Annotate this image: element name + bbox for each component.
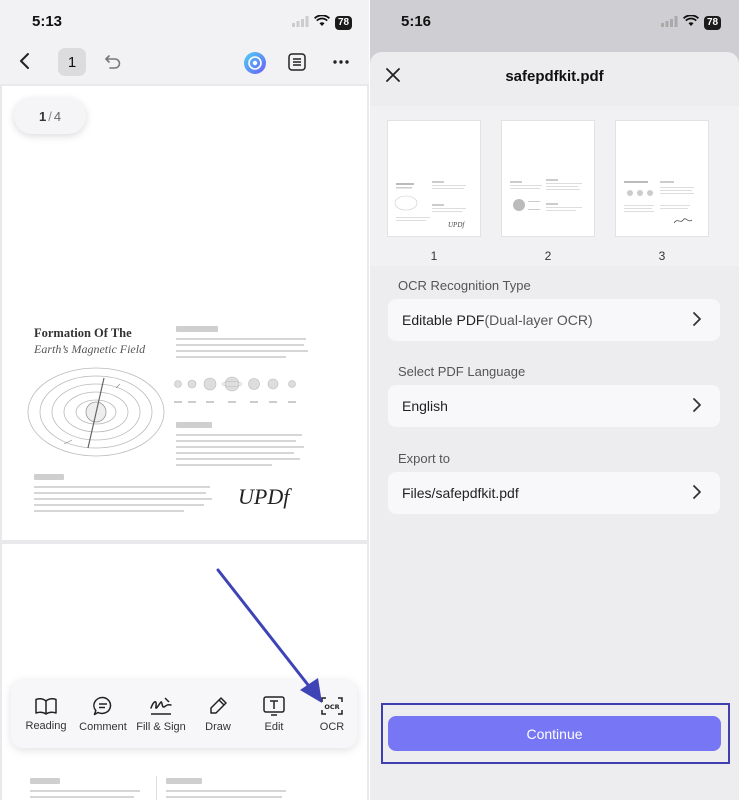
status-indicators: 78: [661, 14, 722, 32]
battery-indicator: 78: [704, 16, 722, 30]
ocr-type-detail: (Dual-layer OCR): [484, 312, 593, 328]
annotation-arrow: [216, 568, 322, 703]
left-screen: 5:13 78 1 1 / 4 Formation Of The Earth’s…: [0, 0, 369, 800]
page-thumbnail[interactable]: UPDf: [387, 120, 481, 237]
chevron-right-icon: [693, 312, 701, 326]
export-value: Files/safepdfkit.pdf: [402, 485, 519, 501]
export-label: Export to: [398, 451, 451, 466]
thumbnail-page-number: 1: [430, 249, 438, 263]
sheet-title: safepdfkit.pdf: [505, 68, 604, 85]
wifi-icon: [682, 14, 700, 32]
thumbnail-page-number: 3: [658, 249, 666, 263]
chevron-right-icon: [693, 485, 701, 499]
thumbnail-page-number: 2: [544, 249, 552, 263]
continue-button[interactable]: Continue: [388, 716, 721, 751]
thumbnail-preview: [624, 181, 694, 224]
status-time: 5:16: [401, 13, 432, 30]
signal-icon: [661, 14, 678, 32]
svg-text:UPDf: UPDf: [448, 221, 465, 229]
ocr-type-label: OCR Recognition Type: [398, 278, 531, 293]
chevron-right-icon: [693, 398, 701, 412]
ocr-type-selector[interactable]: Editable PDF (Dual-layer OCR): [388, 299, 720, 341]
thumbnail-preview: [510, 179, 582, 211]
language-label: Select PDF Language: [398, 364, 526, 379]
page-thumbnail[interactable]: [501, 120, 595, 237]
export-location-selector[interactable]: Files/safepdfkit.pdf: [388, 472, 720, 514]
thumbnail-preview: UPDf: [394, 181, 466, 229]
right-screen: 5:16 78 safepdfkit.pdf UPDf 1 2 3 OCR Re…: [370, 0, 739, 800]
page-thumbnail[interactable]: [615, 120, 709, 237]
language-value: English: [402, 398, 448, 414]
ocr-type-value: Editable PDF: [402, 312, 485, 328]
language-selector[interactable]: English: [388, 385, 720, 427]
